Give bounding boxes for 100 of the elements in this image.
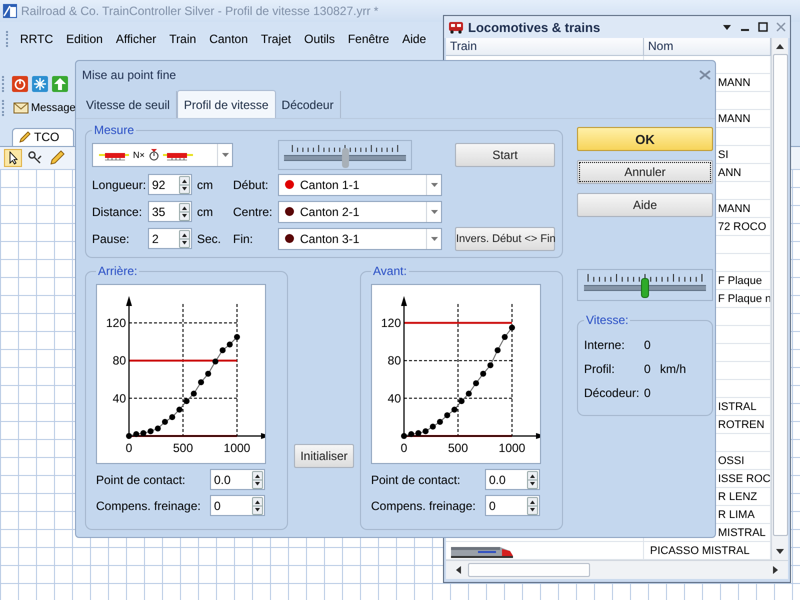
- slider-thumb[interactable]: [342, 148, 349, 168]
- menu-item[interactable]: Train: [165, 32, 206, 46]
- spin-field[interactable]: 0: [485, 495, 540, 516]
- tick-label: 0: [400, 441, 408, 455]
- spin-arrows-icon[interactable]: [527, 470, 538, 488]
- table-cell-text: ISSE ROC: [717, 472, 770, 484]
- message-button[interactable]: Message: [12, 101, 77, 115]
- dialog-button[interactable]: OK: [577, 127, 713, 151]
- value-text: 0: [644, 362, 652, 376]
- initialize-button[interactable]: Initialiser: [294, 444, 354, 468]
- tab[interactable]: Décodeur: [276, 91, 341, 118]
- caret-icon: [222, 153, 228, 157]
- field-label: Fin:: [233, 232, 254, 246]
- spin-field[interactable]: 0.0: [210, 469, 265, 490]
- data-point: [473, 380, 480, 386]
- app-logo-icon: [3, 4, 17, 18]
- tick-label: 1000: [224, 441, 250, 455]
- tick-label: 500: [172, 441, 194, 455]
- table-cell-text: SI: [717, 148, 728, 160]
- table-cell-text: F Plaque: [717, 274, 762, 286]
- menu-item[interactable]: Fenêtre: [344, 32, 398, 46]
- dialog-button[interactable]: Aide: [577, 193, 713, 217]
- caret-icon: [430, 182, 438, 186]
- data-point: [212, 358, 218, 365]
- spin-arrows-icon[interactable]: [252, 470, 263, 488]
- tick-label: 40: [112, 391, 126, 406]
- scroll-right-icon[interactable]: [772, 565, 780, 575]
- scroll-left-icon[interactable]: [454, 565, 462, 575]
- menu-item[interactable]: Outils: [300, 32, 344, 46]
- table-cell-text: ROTREN: [717, 418, 764, 430]
- slider-thumb[interactable]: [641, 278, 649, 298]
- field-label: Point de contact:: [371, 472, 462, 486]
- data-point: [502, 334, 508, 340]
- spin-field[interactable]: 0.0: [485, 469, 540, 490]
- tick-label: 120: [380, 316, 401, 330]
- tick-label: 0: [126, 441, 132, 455]
- scroll-up-icon[interactable]: [775, 42, 785, 50]
- data-point: [509, 324, 515, 331]
- scrollbar-thumb[interactable]: [468, 563, 590, 577]
- spin-field[interactable]: 35: [148, 201, 192, 222]
- field-label: Distance:: [92, 204, 144, 218]
- swap-button[interactable]: Invers. Début <> Fin: [455, 226, 555, 250]
- menu-item[interactable]: Aide: [398, 32, 436, 46]
- spin-arrows-icon[interactable]: [527, 496, 538, 514]
- table-cell-text: MISTRAL: [717, 526, 766, 538]
- slider[interactable]: [278, 140, 412, 170]
- spin-arrows-icon[interactable]: [179, 230, 190, 248]
- dropdown[interactable]: N×: [92, 143, 233, 167]
- vertical-scrollbar[interactable]: [771, 38, 788, 560]
- field-label: Point de contact:: [96, 472, 186, 486]
- spin-arrows-icon[interactable]: [252, 496, 263, 514]
- unit-label: cm: [196, 178, 214, 192]
- cursor-icon[interactable]: [4, 149, 22, 167]
- table-cell-text: ISTRAL: [717, 400, 757, 412]
- tab[interactable]: Profil de vitesse: [176, 90, 276, 118]
- data-point: [480, 370, 486, 377]
- tick-label: 1000: [498, 441, 526, 455]
- unit-label: cm: [196, 204, 214, 218]
- tick-label: 40: [388, 391, 401, 406]
- stopwatch-icon: [148, 149, 159, 161]
- maximize-icon[interactable]: [758, 22, 768, 32]
- window-title: Railroad & Co. TrainController Silver - Profil de vitesse 130827.yrr *: [21, 4, 378, 18]
- menu-item[interactable]: Edition: [62, 32, 112, 46]
- field-label: Profil:: [584, 362, 616, 376]
- field-label: Pause:: [92, 232, 130, 246]
- dialog-button[interactable]: Annuler: [577, 160, 713, 184]
- caret-icon: [430, 236, 438, 240]
- column-header[interactable]: Train: [446, 38, 644, 55]
- pencil-icon: [19, 131, 31, 143]
- data-point: [205, 370, 212, 377]
- unit-label: km/h: [660, 362, 686, 376]
- pencil-icon[interactable]: [48, 149, 66, 167]
- power-icon[interactable]: [12, 76, 28, 92]
- slider[interactable]: [577, 269, 713, 301]
- arrow-up-icon[interactable]: [52, 76, 68, 92]
- snowflake-icon[interactable]: [32, 76, 48, 92]
- field-label: Compens. freinage:: [371, 498, 477, 512]
- dropdown[interactable]: Canton 2-1: [278, 200, 442, 222]
- spin-field[interactable]: 2: [148, 228, 192, 249]
- spin-field[interactable]: 92: [148, 174, 192, 195]
- menu-item[interactable]: Afficher: [112, 32, 166, 46]
- spin-arrows-icon[interactable]: [179, 176, 190, 194]
- scroll-down-icon[interactable]: [775, 548, 785, 556]
- menu-item[interactable]: Canton: [205, 32, 257, 46]
- tick-label: 80: [388, 354, 401, 368]
- dropdown[interactable]: Canton 1-1: [278, 174, 442, 196]
- data-point: [198, 379, 204, 386]
- value-text: 0: [644, 338, 652, 352]
- spin-field[interactable]: 0: [210, 495, 265, 516]
- scrollbar-thumb[interactable]: [772, 54, 788, 536]
- dropdown[interactable]: Canton 3-1: [278, 228, 442, 250]
- envelope-icon: [13, 101, 29, 115]
- start-button[interactable]: Start: [455, 143, 555, 167]
- tab[interactable]: TCO: [12, 128, 74, 146]
- menu-item[interactable]: Trajet: [256, 32, 300, 46]
- table-cell-text: MANN: [717, 76, 750, 88]
- horizontal-scrollbar[interactable]: [446, 560, 788, 579]
- menu-item[interactable]: RRTC: [16, 32, 62, 46]
- spin-arrows-icon[interactable]: [179, 202, 190, 220]
- locomotive-icon: [448, 20, 464, 34]
